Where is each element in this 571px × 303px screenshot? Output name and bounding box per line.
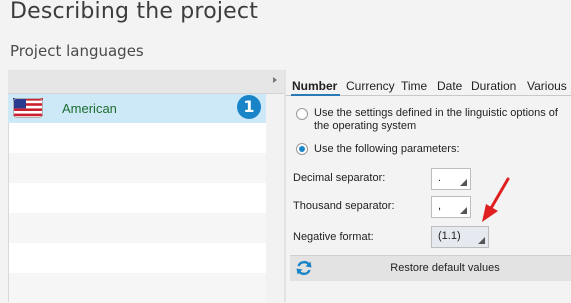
list-row-empty [9, 213, 266, 243]
negative-format-value: (1.1) [438, 230, 461, 242]
language-list-header [8, 70, 284, 94]
decimal-separator-field[interactable]: . [431, 168, 471, 190]
page-title: Describing the project [10, 0, 259, 24]
decimal-separator-value: . [438, 172, 442, 184]
list-row-empty [9, 273, 266, 303]
tab-various[interactable]: Various [527, 79, 567, 93]
negative-format-label: Negative format: [293, 231, 374, 243]
restore-default-values-label: Restore default values [390, 262, 500, 274]
active-tab-indicator [291, 94, 340, 96]
language-list-scrollbar[interactable] [266, 94, 284, 302]
language-name: American [62, 101, 117, 116]
negative-format-field[interactable]: (1.1) [431, 226, 489, 248]
tab-currency[interactable]: Currency [346, 79, 395, 93]
language-row-american[interactable] [8, 94, 266, 123]
tab-duration[interactable]: Duration [471, 79, 516, 93]
decimal-separator-label: Decimal separator: [293, 172, 386, 184]
tab-date[interactable]: Date [437, 79, 462, 93]
language-index-badge: 1 [237, 95, 261, 119]
radio-custom-parameters[interactable] [296, 143, 308, 155]
dropdown-arrow-icon [460, 179, 467, 186]
dropdown-arrow-icon [460, 207, 467, 214]
list-row-empty [9, 153, 266, 183]
chevron-right-icon[interactable] [271, 74, 279, 86]
refresh-icon [294, 258, 314, 278]
option-custom-parameters-label: Use the following parameters: [314, 143, 460, 155]
option-os-settings-label: Use the settings defined in the linguist… [314, 107, 558, 132]
us-flag-icon [13, 98, 43, 118]
tab-time[interactable]: Time [401, 79, 427, 93]
section-title-project-languages: Project languages [10, 42, 144, 60]
panel-divider [284, 70, 286, 302]
thousand-separator-value: , [438, 200, 442, 212]
tab-number[interactable]: Number [292, 79, 337, 93]
thousand-separator-field[interactable]: , [431, 196, 471, 218]
thousand-separator-label: Thousand separator: [293, 200, 395, 212]
dropdown-arrow-icon [478, 237, 485, 244]
radio-os-settings[interactable] [296, 108, 308, 120]
red-arrow-annotation [478, 176, 514, 224]
